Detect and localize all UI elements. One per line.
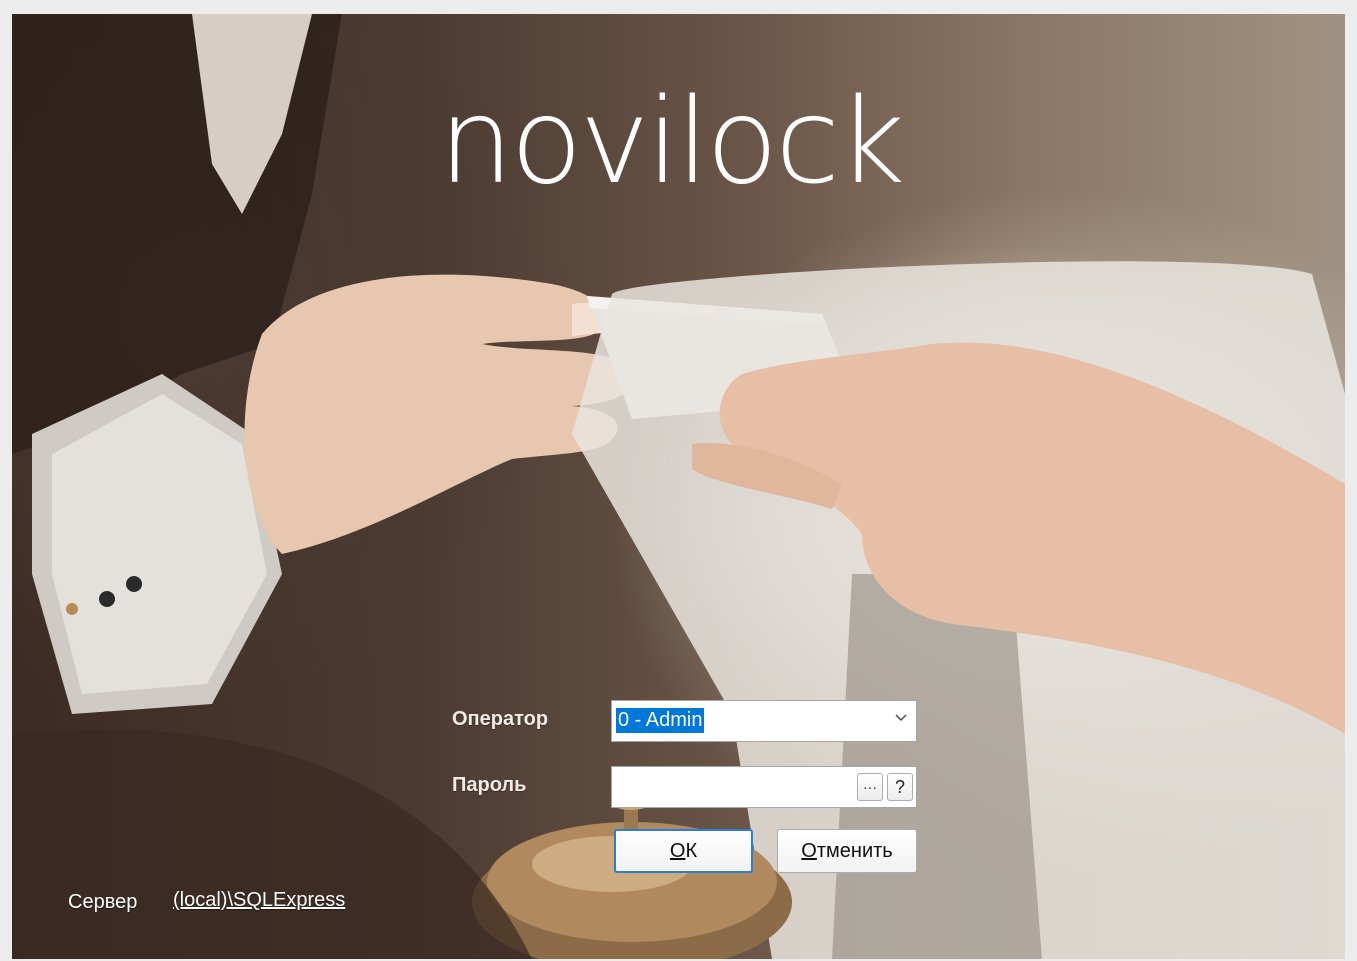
ok-button[interactable]: ОК <box>614 829 753 873</box>
server-link[interactable]: (local)\SQLExpress <box>173 889 345 912</box>
server-label: Сервер <box>68 891 138 913</box>
password-input[interactable] <box>614 769 856 807</box>
novilock-logo: novilock <box>438 72 906 210</box>
operator-label: Оператор <box>452 708 549 730</box>
ok-mnemonic: О <box>669 840 686 862</box>
password-field[interactable]: ··· ? <box>611 766 917 808</box>
cancel-label: тменить <box>816 840 893 862</box>
operator-selected-value: 0 - Admin <box>616 708 705 733</box>
chevron-down-icon[interactable] <box>894 710 908 724</box>
cancel-mnemonic: О <box>801 840 817 862</box>
browse-button[interactable]: ··· <box>857 773 883 801</box>
operator-select[interactable]: 0 - Admin <box>611 700 917 742</box>
cancel-button[interactable]: Отменить <box>777 829 917 873</box>
login-window: novilock <box>12 14 1345 959</box>
password-label: Пароль <box>452 774 527 796</box>
help-button[interactable]: ? <box>887 773 913 801</box>
ok-label: К <box>685 840 698 862</box>
